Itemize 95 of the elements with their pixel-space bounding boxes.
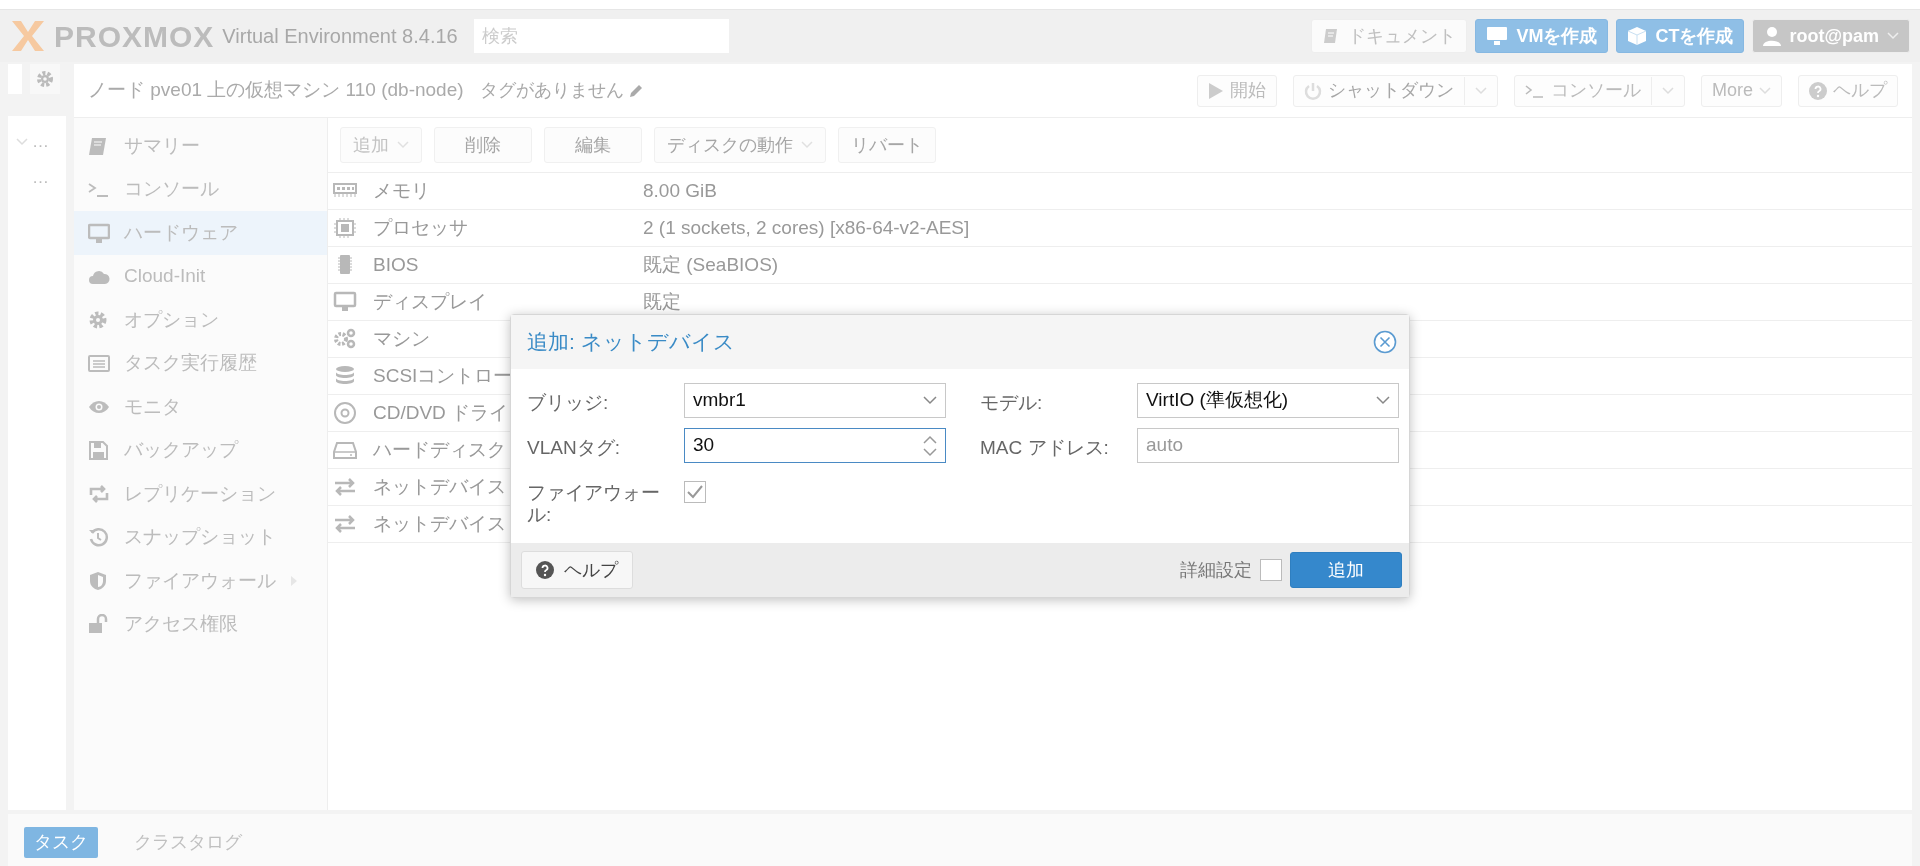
field-label: ファイアウォール: <box>527 481 661 526</box>
field-label: MAC アドレス: <box>980 436 1110 459</box>
toolbar-button[interactable]: 追加 <box>340 127 422 163</box>
monitor-icon <box>333 291 357 313</box>
menu-item[interactable]: コンソール <box>74 167 327 211</box>
dropdown-field[interactable]: VirtIO (準仮想化) <box>1137 383 1399 418</box>
menu-item[interactable]: タスク実行履歴 <box>74 341 327 385</box>
menu-item[interactable]: サマリー <box>74 124 327 168</box>
hardware-value: 既定 <box>643 289 681 314</box>
hardware-name: SCSIコントロー <box>373 363 513 388</box>
chevron-down-icon <box>1376 396 1390 405</box>
pencil-icon <box>627 82 644 99</box>
power-icon <box>1304 81 1322 100</box>
product-name: Virtual Environment 8.4.16 <box>222 24 458 49</box>
check-icon <box>687 485 703 499</box>
hardware-value: 既定 (SeaBIOS) <box>643 252 779 277</box>
hardware-name: マシン <box>373 326 430 351</box>
toolbar-button[interactable]: コンソール <box>1514 74 1685 107</box>
toolbar-button[interactable]: ヘルプ <box>1798 74 1898 107</box>
add-button[interactable]: 追加 <box>1290 552 1402 588</box>
toolbar-button[interactable]: 開始 <box>1197 74 1277 107</box>
checkbox[interactable] <box>1260 559 1282 581</box>
hardware-name: メモリ <box>373 178 430 203</box>
advanced-label: 詳細設定 <box>1180 558 1252 582</box>
hardware-name: ネットデバイス <box>373 474 506 499</box>
settings-button[interactable] <box>30 64 60 94</box>
user-icon <box>1763 26 1782 46</box>
cpu-icon <box>333 217 357 239</box>
chevron-down-icon <box>923 396 937 405</box>
hardware-value: 2 (1 sockets, 2 cores) [x86-64-v2-AES] <box>643 215 970 240</box>
monitor-icon <box>88 222 110 243</box>
user-menu[interactable]: root@pam <box>1752 19 1910 53</box>
tab[interactable]: クラスタログ <box>124 826 252 858</box>
help-icon <box>1809 81 1827 100</box>
hardware-name: ハードディスク <box>373 437 506 462</box>
hardware-name: ネットデバイス <box>373 511 506 536</box>
dialog-title: 追加: ネットデバイス <box>527 329 735 356</box>
exchange-icon <box>333 513 357 535</box>
tags-label[interactable]: タグがありません <box>479 77 644 104</box>
dropdown-field[interactable]: vmbr1 <box>684 383 946 418</box>
menu-item[interactable]: オプション <box>74 298 327 342</box>
menu-item[interactable]: スナップショット <box>74 515 327 559</box>
caret-icon <box>1662 86 1674 95</box>
page-title: ノード pve01 上の仮想マシン 110 (db-node) <box>88 78 464 103</box>
hardware-name: ディスプレイ <box>373 289 487 314</box>
caret-icon <box>1759 86 1771 95</box>
header-button[interactable]: VMを作成 <box>1475 19 1609 53</box>
tab[interactable]: タスク <box>24 826 98 858</box>
hardware-name: BIOS <box>373 252 419 277</box>
field-label: モデル: <box>980 391 1044 414</box>
menu-item[interactable]: ハードウェア <box>74 211 327 255</box>
caret-icon <box>801 141 813 149</box>
toolbar-button[interactable]: More <box>1701 74 1782 107</box>
repeat-icon <box>88 483 110 504</box>
close-button[interactable] <box>1373 330 1397 354</box>
caret-icon <box>1887 32 1899 40</box>
help-icon <box>536 561 554 579</box>
exchange-icon <box>333 476 357 498</box>
tree-node[interactable]: … <box>8 124 66 160</box>
spinner-icon <box>923 434 937 457</box>
menu-item[interactable]: ファイアウォール <box>74 559 327 603</box>
caret-icon <box>397 141 409 149</box>
logo-icon <box>10 19 46 53</box>
gear-icon <box>36 70 54 88</box>
play-icon <box>1208 81 1224 100</box>
gears-icon <box>333 328 357 350</box>
menu-item[interactable]: アクセス権限 <box>74 602 327 646</box>
close-icon <box>1373 330 1397 354</box>
menu-item[interactable]: モニタ <box>74 385 327 429</box>
header-button[interactable]: ドキュメント <box>1311 19 1468 53</box>
hardware-value: 8.00 GiB <box>643 178 717 203</box>
menu-item[interactable]: レプリケーション <box>74 472 327 516</box>
help-button[interactable]: ヘルプ <box>521 551 633 589</box>
list-icon <box>88 353 110 374</box>
header-button[interactable]: CTを作成 <box>1616 19 1745 53</box>
unlock-icon <box>88 614 110 635</box>
hardware-name: プロセッサ <box>373 215 468 240</box>
cube-icon <box>1627 26 1648 46</box>
database-icon <box>333 365 357 387</box>
chevron-down-icon <box>16 138 28 146</box>
terminal-icon <box>1525 83 1545 98</box>
history-icon <box>88 527 110 548</box>
disc-icon <box>333 402 357 424</box>
hard-drive-icon <box>333 439 357 461</box>
caret-icon <box>1475 86 1487 95</box>
input-field[interactable]: auto <box>1137 428 1399 463</box>
field-label: VLANタグ: <box>527 436 621 459</box>
menu-item[interactable]: Cloud-Init <box>74 254 327 298</box>
hardware-name: CD/DVD ドライ <box>373 400 509 425</box>
field-label: ブリッジ: <box>527 391 610 414</box>
menu-item[interactable]: バックアップ <box>74 428 327 472</box>
tree-node[interactable]: … <box>8 160 66 196</box>
checkbox[interactable] <box>684 481 706 503</box>
number-field[interactable]: 30 <box>684 428 946 463</box>
monitor-icon <box>1486 26 1509 46</box>
